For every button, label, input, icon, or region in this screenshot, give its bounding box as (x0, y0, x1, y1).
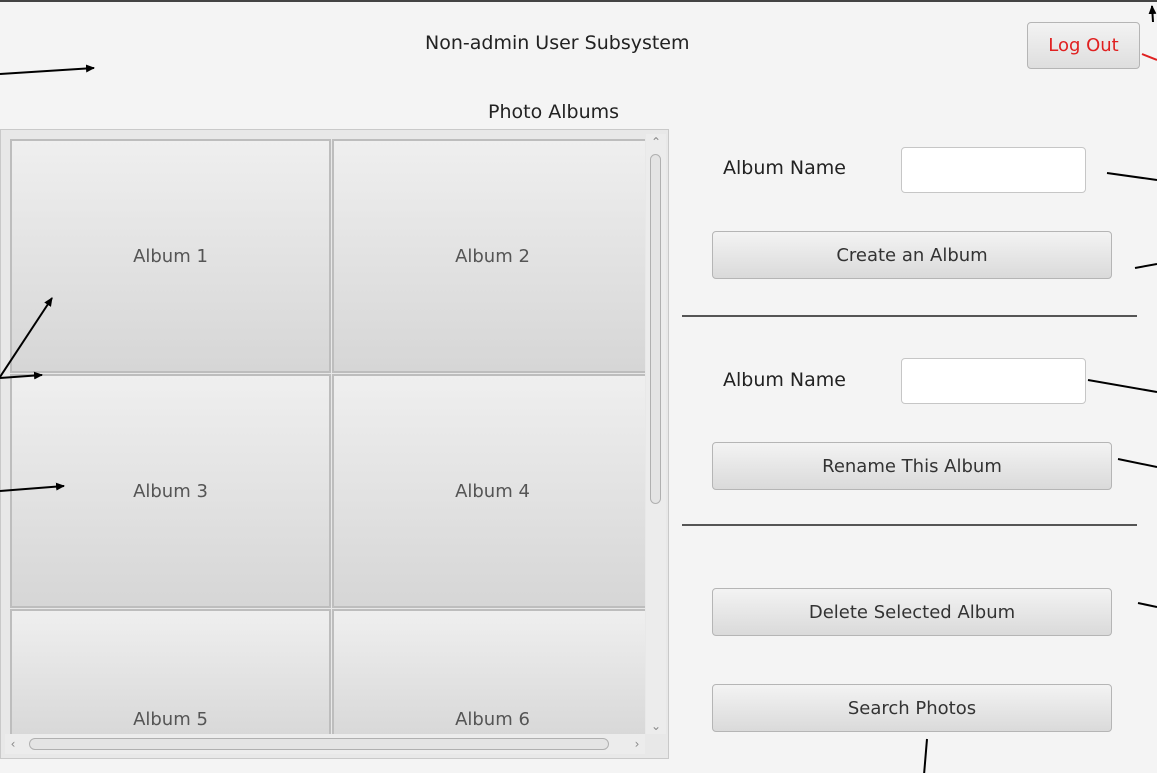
album-button-1[interactable]: Album 1 (10, 139, 331, 373)
chevron-right-icon[interactable]: › (629, 734, 645, 754)
annotation-arrow (1141, 53, 1157, 61)
chevron-down-icon[interactable]: ⌄ (646, 718, 666, 734)
horizontal-scroll-thumb[interactable] (29, 738, 609, 750)
album-scroll-pane[interactable]: Album 1 Album 2 Album 3 Album 4 Album 5 … (0, 129, 669, 759)
section-divider (682, 524, 1137, 526)
album-grid: Album 1 Album 2 Album 3 Album 4 Album 5 … (5, 134, 645, 734)
chevron-up-icon[interactable]: ⌃ (646, 134, 666, 150)
create-album-name-input[interactable] (901, 147, 1086, 193)
chevron-left-icon[interactable]: ‹ (5, 734, 21, 754)
album-button-6[interactable]: Album 6 (332, 609, 645, 734)
album-button-2[interactable]: Album 2 (332, 139, 645, 373)
rename-album-name-input[interactable] (901, 358, 1086, 404)
album-button-4[interactable]: Album 4 (332, 374, 645, 608)
delete-album-button[interactable]: Delete Selected Album (712, 588, 1112, 636)
search-photos-button[interactable]: Search Photos (712, 684, 1112, 732)
page-title: Non-admin User Subsystem (425, 32, 690, 54)
app-window: Non-admin User Subsystem Log Out Photo A… (0, 0, 1157, 773)
horizontal-scrollbar[interactable]: ‹ › (5, 734, 645, 754)
album-button-3[interactable]: Album 3 (10, 374, 331, 608)
section-divider (682, 315, 1137, 317)
vertical-scroll-thumb[interactable] (650, 154, 661, 504)
photo-albums-label: Photo Albums (488, 101, 620, 123)
rename-album-name-label: Album Name (723, 369, 846, 391)
vertical-scrollbar[interactable]: ⌃ ⌄ (646, 134, 666, 734)
create-album-button[interactable]: Create an Album (712, 231, 1112, 279)
album-button-5[interactable]: Album 5 (10, 609, 331, 734)
rename-album-button[interactable]: Rename This Album (712, 442, 1112, 490)
logout-button[interactable]: Log Out (1027, 22, 1140, 69)
create-album-name-label: Album Name (723, 157, 846, 179)
